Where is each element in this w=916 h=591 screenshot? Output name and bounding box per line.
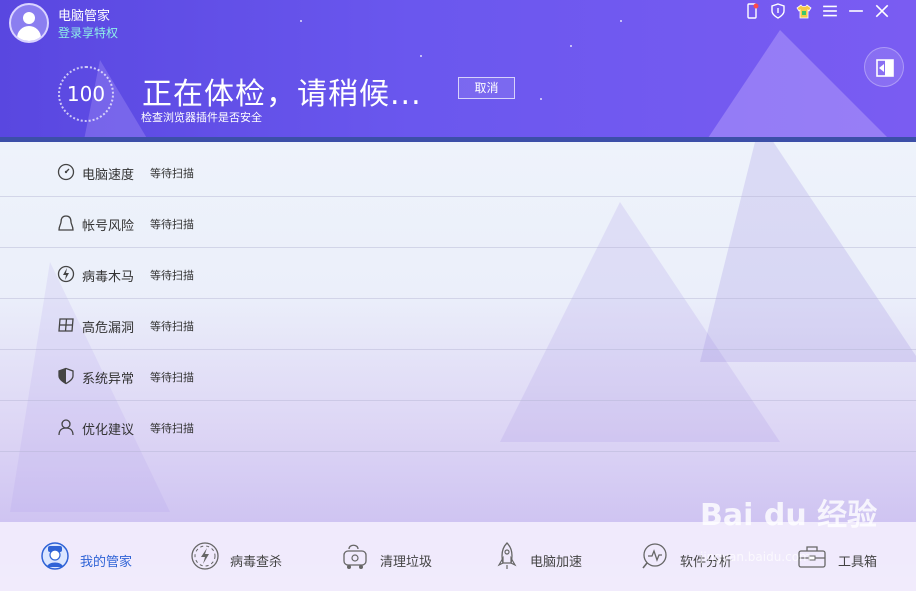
nav-my-butler[interactable]: 我的管家 xyxy=(40,522,150,591)
lightning-icon xyxy=(57,265,75,283)
butler-avatar-icon xyxy=(41,542,69,570)
analysis-icon xyxy=(642,543,667,569)
shield-badge-icon[interactable] xyxy=(770,3,786,19)
collapse-button[interactable] xyxy=(864,47,904,87)
close-icon[interactable] xyxy=(874,3,890,19)
nav-label: 我的管家 xyxy=(80,555,133,570)
user-avatar[interactable] xyxy=(9,3,49,43)
scan-item-status: 等待扫描 xyxy=(150,320,194,333)
baidu-jingyan-watermark-logo: Bai du 经验 xyxy=(700,498,878,533)
scan-item-status: 等待扫描 xyxy=(150,167,194,180)
avatar-head xyxy=(23,12,35,24)
star xyxy=(620,20,622,22)
scan-title: 正在体检，请稍候... xyxy=(142,77,422,112)
scan-item-status: 等待扫描 xyxy=(150,218,194,231)
scan-item-label: 系统异常 xyxy=(82,372,135,387)
scan-item-label: 优化建议 xyxy=(82,423,135,438)
health-score: 100 xyxy=(66,82,106,106)
baidu-jingyan-watermark-url: jingyan.baidu.com xyxy=(700,550,811,564)
skin-shirt-icon[interactable] xyxy=(796,3,812,19)
star xyxy=(420,55,422,57)
nav-virus-scan[interactable]: 病毒查杀 xyxy=(190,522,300,591)
scan-item-speed: 电脑速度 等待扫描 xyxy=(0,146,916,197)
nav-clean[interactable]: 清理垃圾 xyxy=(340,522,450,591)
person-icon xyxy=(58,419,74,436)
phone-icon[interactable] xyxy=(744,3,760,19)
menu-icon[interactable] xyxy=(822,3,838,19)
minimize-icon[interactable] xyxy=(848,3,864,19)
exit-icon xyxy=(876,59,894,77)
star xyxy=(570,45,572,47)
nav-speedup[interactable]: 电脑加速 xyxy=(494,522,604,591)
vacuum-icon xyxy=(343,544,367,569)
pc-manager-window: 电脑管家 登录享特权 100 正在体检，请稍候... 取消 检查浏览器插件是否安… xyxy=(0,0,916,591)
scan-item-status: 等待扫描 xyxy=(150,269,194,282)
cancel-button[interactable]: 取消 xyxy=(458,77,515,99)
scan-item-virus: 病毒木马 等待扫描 xyxy=(0,248,916,299)
star xyxy=(540,98,542,100)
scan-item-account: 帐号风险 等待扫描 xyxy=(0,197,916,248)
avatar-body xyxy=(17,26,41,41)
shield-icon xyxy=(58,367,74,385)
nav-label: 工具箱 xyxy=(838,555,878,570)
virus-scan-icon xyxy=(191,542,219,570)
scan-item-label: 高危漏洞 xyxy=(82,321,135,336)
scan-item-system: 系统异常 等待扫描 xyxy=(0,350,916,401)
scan-item-label: 电脑速度 xyxy=(82,168,135,183)
scan-item-optimize: 优化建议 等待扫描 xyxy=(0,401,916,452)
header-mountain xyxy=(700,30,900,140)
scan-item-label: 病毒木马 xyxy=(82,270,135,285)
speedometer-icon xyxy=(57,163,75,181)
app-title: 电脑管家 xyxy=(58,9,111,24)
header: 电脑管家 登录享特权 100 正在体检，请稍候... 取消 检查浏览器插件是否安… xyxy=(0,0,916,140)
window-controls xyxy=(744,3,890,19)
user-bubble-icon xyxy=(58,215,74,231)
scan-item-label: 帐号风险 xyxy=(82,219,135,234)
star xyxy=(300,20,302,22)
nav-label: 电脑加速 xyxy=(530,555,583,570)
scan-subtitle: 检查浏览器插件是否安全 xyxy=(141,111,262,124)
window-grid-icon xyxy=(58,318,74,332)
rocket-icon xyxy=(497,542,517,569)
nav-label: 清理垃圾 xyxy=(380,555,433,570)
scan-list: 电脑速度 等待扫描 帐号风险 等待扫描 病毒木马 等待扫描 高危漏洞 等待扫描 … xyxy=(0,142,916,522)
login-link[interactable]: 登录享特权 xyxy=(58,24,118,41)
scan-item-vulnerability: 高危漏洞 等待扫描 xyxy=(0,299,916,350)
scan-item-status: 等待扫描 xyxy=(150,422,194,435)
nav-label: 病毒查杀 xyxy=(230,555,283,570)
scan-item-status: 等待扫描 xyxy=(150,371,194,384)
